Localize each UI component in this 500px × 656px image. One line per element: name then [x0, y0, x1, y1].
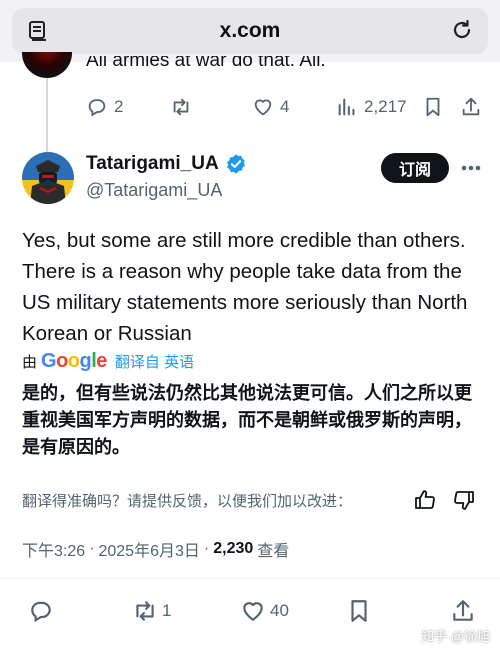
watermark: 知乎 @徐旭 — [421, 629, 490, 644]
subscribe-button[interactable]: 订阅 — [381, 153, 449, 183]
previous-avatar[interactable] — [22, 52, 72, 78]
more-options-icon[interactable] — [458, 156, 484, 180]
translation-feedback-prompt: 翻译得准确吗？请提供反馈，以便我们加以改进： — [22, 493, 353, 510]
reply-button[interactable]: 2 — [86, 96, 123, 118]
thread-line — [46, 78, 48, 152]
bookmark-button[interactable] — [422, 96, 444, 118]
reply-count: 2 — [114, 97, 124, 116]
share-icon — [453, 600, 473, 621]
meta-separator: · — [89, 540, 95, 557]
tweet-like-button[interactable]: 40 — [240, 598, 289, 624]
thumbs-down-icon[interactable] — [452, 488, 476, 512]
views-label: 查看 — [257, 543, 290, 560]
like-button[interactable]: 4 — [252, 96, 289, 118]
url-text: x.com — [219, 19, 281, 42]
meta-separator-2: · — [203, 540, 210, 557]
heart-icon — [243, 602, 263, 621]
like-count: 4 — [280, 97, 290, 116]
previous-tweet-text: All armies at war do that. All. — [86, 56, 326, 71]
google-logo: Google — [41, 350, 107, 372]
bookmark-icon — [426, 97, 440, 117]
views-button[interactable]: 2,217 — [336, 96, 407, 118]
share-button[interactable] — [460, 96, 482, 118]
tweet-reply-button[interactable] — [28, 598, 54, 624]
previous-tweet-actions: 2 4 2,217 — [86, 96, 486, 124]
reload-icon[interactable] — [450, 18, 474, 42]
browser-url-bar: x.com — [0, 0, 500, 62]
analytics-icon — [338, 98, 355, 116]
verified-badge-icon — [226, 154, 245, 174]
retweet-count: 1 — [162, 601, 172, 620]
tweet-metadata: 下午3:26 · 2025年6月3日 · 2,230 查看 — [22, 537, 289, 561]
display-name[interactable]: Tatarigami_UA — [86, 153, 219, 175]
retweet-icon — [136, 601, 154, 621]
divider — [0, 578, 500, 579]
avatar[interactable] — [22, 152, 74, 204]
samurai-avatar-image — [22, 152, 74, 204]
retweet-icon — [173, 98, 189, 116]
view-count: 2,217 — [364, 97, 407, 116]
author-name-row: Tatarigami_UA — [86, 153, 247, 175]
thumbs-up-icon[interactable] — [413, 488, 437, 512]
reply-icon — [88, 99, 106, 117]
tweet-retweet-button[interactable]: 1 — [132, 598, 171, 624]
address-field[interactable]: x.com — [12, 8, 488, 54]
bookmark-icon — [351, 600, 367, 622]
translation-attribution: 由 Google 翻译自 英语 — [22, 350, 194, 373]
views-count[interactable]: 2,230 — [213, 540, 253, 558]
share-icon — [462, 97, 480, 116]
translated-text: 是的，但有些说法仍然比其他说法更可信。人们之所以更重视美国军方声明的数据，而不是… — [22, 383, 472, 457]
tweet-time[interactable]: 下午3:26 — [22, 537, 85, 561]
translated-by-prefix: 由 — [22, 354, 38, 371]
like-count: 40 — [270, 601, 289, 620]
tweet-text: Yes, but some are still more credible th… — [22, 229, 468, 345]
reply-icon — [31, 601, 51, 623]
tweet-share-button[interactable] — [450, 598, 476, 624]
heart-icon — [254, 99, 272, 116]
translated-from-link[interactable]: 翻译自 英语 — [115, 351, 194, 372]
retweet-button[interactable] — [170, 96, 192, 118]
tweet-bookmark-button[interactable] — [346, 598, 372, 624]
user-handle[interactable]: @Tatarigami_UA — [86, 180, 222, 201]
tweet-date[interactable]: 2025年6月3日 — [98, 537, 199, 561]
